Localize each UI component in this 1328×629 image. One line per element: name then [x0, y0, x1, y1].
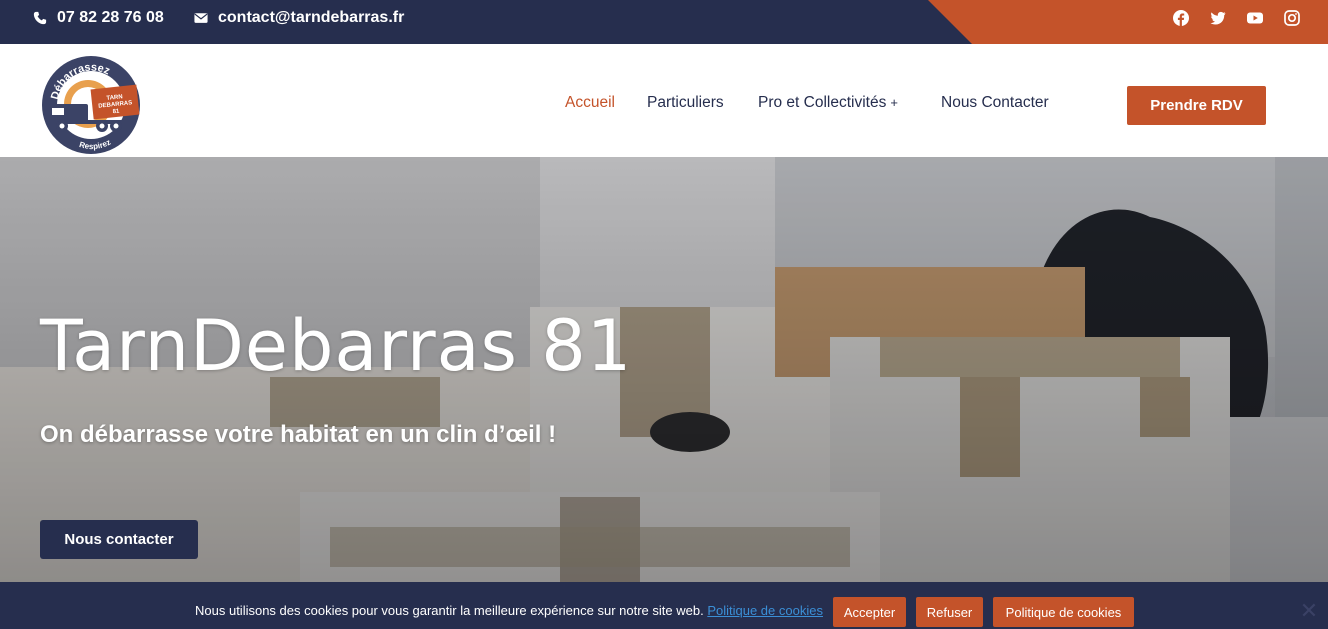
hero-background-image: [0, 157, 1328, 629]
nav-item-particuliers[interactable]: Particuliers: [647, 94, 724, 112]
youtube-icon[interactable]: [1247, 10, 1263, 26]
submenu-plus-icon[interactable]: +: [890, 95, 898, 110]
cookie-banner: Nous utilisons des cookies pour vous gar…: [0, 582, 1328, 629]
site-logo[interactable]: Débarrassez Respirez TARN DEBARRAS 81: [40, 54, 142, 156]
top-bar: 07 82 28 76 08 contact@tarndebarras.fr: [0, 0, 1328, 44]
phone-number[interactable]: 07 82 28 76 08: [57, 9, 164, 27]
nav-item-pro-label: Pro et Collectivités: [758, 94, 887, 111]
social-links: [1173, 0, 1300, 36]
twitter-icon[interactable]: [1210, 10, 1226, 26]
close-icon[interactable]: ✕: [1298, 600, 1320, 622]
cookie-accept-button[interactable]: Accepter: [833, 597, 906, 627]
logo-truck-text-3: 81: [112, 109, 120, 116]
email-address[interactable]: contact@tarndebarras.fr: [218, 9, 404, 27]
cookie-policy-button[interactable]: Politique de cookies: [993, 597, 1134, 627]
envelope-icon: [194, 13, 208, 23]
cookie-message-text: Nous utilisons des cookies pour vous gar…: [195, 603, 704, 618]
nav-item-nous-contacter[interactable]: Nous Contacter: [941, 94, 1049, 112]
hero-section: TarnDebarras 81 On débarrasse votre habi…: [0, 157, 1328, 629]
nous-contacter-button[interactable]: Nous contacter: [40, 520, 198, 559]
instagram-icon[interactable]: [1284, 10, 1300, 26]
cookie-message: Nous utilisons des cookies pour vous gar…: [195, 603, 823, 618]
email-contact[interactable]: contact@tarndebarras.fr: [194, 0, 404, 36]
site-header: Débarrassez Respirez TARN DEBARRAS 81 Ac…: [0, 44, 1328, 157]
cookie-refuse-button[interactable]: Refuser: [916, 597, 983, 627]
phone-icon: [33, 11, 47, 25]
cookie-policy-link[interactable]: Politique de cookies: [707, 603, 823, 618]
hero-subtitle: On débarrasse votre habitat en un clin d…: [40, 421, 557, 448]
nav-item-accueil[interactable]: Accueil: [565, 94, 615, 112]
prendre-rdv-button[interactable]: Prendre RDV: [1127, 86, 1266, 125]
facebook-icon[interactable]: [1173, 10, 1189, 26]
nav-item-pro-collectivites[interactable]: Pro et Collectivités +: [758, 94, 898, 112]
phone-contact[interactable]: 07 82 28 76 08: [33, 0, 164, 36]
hero-title: TarnDebarras 81: [40, 305, 633, 387]
